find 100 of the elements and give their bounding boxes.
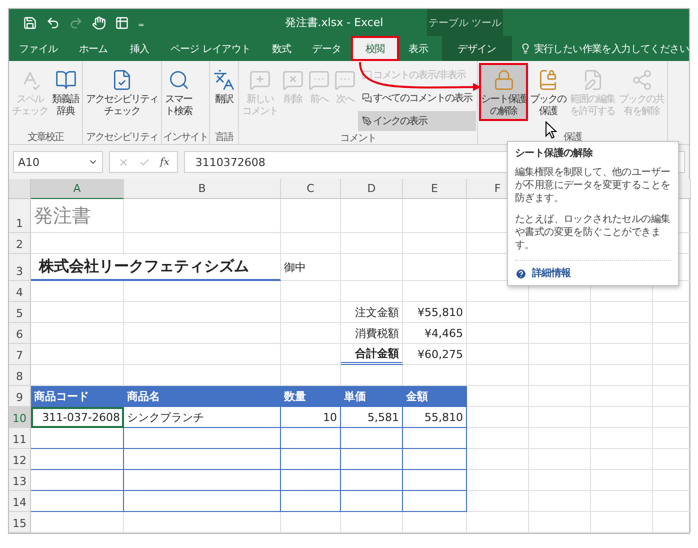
row-header[interactable]: 1 bbox=[9, 199, 31, 233]
row-header[interactable]: 6 bbox=[9, 323, 31, 344]
row-header[interactable]: 2 bbox=[9, 233, 31, 254]
cell bbox=[529, 365, 591, 386]
ribbon-button[interactable]: アクセシビリティ チェック bbox=[84, 63, 160, 121]
window-title: 発注書.xlsx - Excel bbox=[284, 15, 384, 31]
row-header[interactable]: 8 bbox=[9, 365, 31, 386]
cell bbox=[591, 449, 653, 470]
cell bbox=[467, 512, 529, 533]
cell bbox=[281, 281, 341, 302]
cell bbox=[591, 344, 653, 365]
cell bbox=[467, 344, 529, 365]
pen-icon bbox=[362, 116, 372, 126]
column-header[interactable]: B bbox=[124, 179, 281, 199]
help-link[interactable]: 詳細情報 bbox=[515, 260, 671, 280]
cell bbox=[281, 233, 341, 254]
cell bbox=[529, 407, 591, 428]
ribbon-button[interactable]: シート保護 の解除 bbox=[479, 63, 528, 121]
ribbon-tab[interactable]: ファイル bbox=[9, 36, 68, 61]
ribbon-button[interactable]: 翻訳 bbox=[211, 63, 237, 109]
cell bbox=[529, 428, 591, 449]
cell bbox=[653, 470, 691, 491]
save-icon[interactable] bbox=[23, 16, 37, 30]
row-header[interactable]: 12 bbox=[9, 449, 31, 470]
cell bbox=[341, 512, 403, 533]
row-header[interactable]: 10 bbox=[9, 407, 31, 428]
cell bbox=[467, 365, 529, 386]
cell-text: 合計金額 bbox=[341, 344, 403, 365]
group-label: インサイト bbox=[163, 131, 208, 144]
row-header[interactable]: 14 bbox=[9, 491, 31, 512]
column-header[interactable]: D bbox=[341, 179, 403, 199]
row-header[interactable]: 9 bbox=[9, 386, 31, 407]
cell bbox=[529, 449, 591, 470]
ribbon-button[interactable]: 類義語 辞典 bbox=[50, 63, 81, 121]
cell bbox=[341, 491, 403, 512]
cell bbox=[529, 323, 591, 344]
ribbon-tab[interactable]: 校閲 bbox=[351, 36, 399, 61]
cell bbox=[591, 428, 653, 449]
touch-mode-icon[interactable] bbox=[92, 16, 106, 30]
cell-text: 55,810 bbox=[403, 407, 467, 428]
cell bbox=[591, 470, 653, 491]
group-label: 言語 bbox=[214, 130, 234, 144]
insert-function-button[interactable]: fx bbox=[160, 156, 170, 168]
ribbon-tab[interactable]: ページ レイアウト bbox=[160, 36, 261, 61]
customize-button[interactable]: ₌ bbox=[138, 16, 144, 30]
row-header[interactable]: 5 bbox=[9, 302, 31, 323]
row-header[interactable]: 4 bbox=[9, 281, 31, 302]
column-header[interactable]: E bbox=[403, 179, 467, 199]
ribbon-button[interactable]: インクの表示 bbox=[358, 111, 476, 131]
ribbon-tab[interactable]: ホーム bbox=[68, 36, 119, 61]
undo-icon[interactable] bbox=[46, 16, 60, 30]
row-header[interactable]: 13 bbox=[9, 470, 31, 491]
row-header[interactable]: 15 bbox=[9, 512, 31, 533]
cell-text: ¥55,810 bbox=[403, 302, 467, 323]
ribbon-button[interactable]: ブックの 保護 bbox=[528, 63, 568, 121]
ribbon-tab[interactable]: 挿入 bbox=[118, 36, 160, 61]
row-header[interactable]: 3 bbox=[9, 254, 31, 281]
cell-text: 311-037-2608 bbox=[31, 407, 124, 428]
cell bbox=[591, 407, 653, 428]
ribbon-button[interactable]: スマー ト検索 bbox=[163, 63, 194, 121]
cell bbox=[467, 323, 529, 344]
form-icon[interactable] bbox=[115, 16, 129, 30]
group-label: アクセシビリティ bbox=[85, 131, 159, 144]
column-header[interactable]: C bbox=[281, 179, 341, 199]
column-heading: 単価 bbox=[341, 386, 403, 407]
cell bbox=[591, 365, 653, 386]
cell-text: 発注書 bbox=[31, 199, 124, 233]
help-icon bbox=[515, 268, 527, 280]
ribbon-tab[interactable]: デザイン bbox=[442, 36, 512, 61]
cell bbox=[403, 491, 467, 512]
cell bbox=[653, 407, 691, 428]
column-header[interactable]: A bbox=[31, 179, 124, 199]
tooltip-text: たとえば、ロックされたセルの編集や書式の変更を防ぐことができます。 bbox=[515, 213, 671, 252]
cell bbox=[653, 344, 691, 365]
cell bbox=[467, 491, 529, 512]
cell bbox=[403, 281, 467, 302]
cell bbox=[341, 199, 403, 233]
column-heading: 数量 bbox=[281, 386, 341, 407]
tell-me-field[interactable]: 実行したい作業を入力してください bbox=[512, 36, 689, 61]
cell bbox=[467, 302, 529, 323]
cell bbox=[467, 449, 529, 470]
cell bbox=[653, 386, 691, 407]
column-heading: 商品名 bbox=[124, 386, 281, 407]
cell bbox=[341, 428, 403, 449]
row-header[interactable]: 7 bbox=[9, 344, 31, 365]
cell bbox=[653, 512, 691, 533]
ribbon-button[interactable]: すべてのコメントの表示 bbox=[358, 88, 476, 108]
comments-icon bbox=[362, 93, 372, 103]
ribbon-tab[interactable]: 表示 bbox=[398, 36, 438, 61]
cell bbox=[467, 428, 529, 449]
cell-text: 株式会社リークフェティシズム bbox=[31, 254, 281, 281]
cell bbox=[591, 323, 653, 344]
cell bbox=[403, 512, 467, 533]
cell bbox=[653, 491, 691, 512]
row-header[interactable]: 11 bbox=[9, 428, 31, 449]
ribbon-tab[interactable]: データ bbox=[302, 36, 352, 61]
name-box[interactable]: A10 bbox=[13, 151, 103, 173]
cell bbox=[529, 491, 591, 512]
ribbon-tab[interactable]: 数式 bbox=[260, 36, 302, 61]
group-label: 保護 bbox=[562, 130, 583, 144]
